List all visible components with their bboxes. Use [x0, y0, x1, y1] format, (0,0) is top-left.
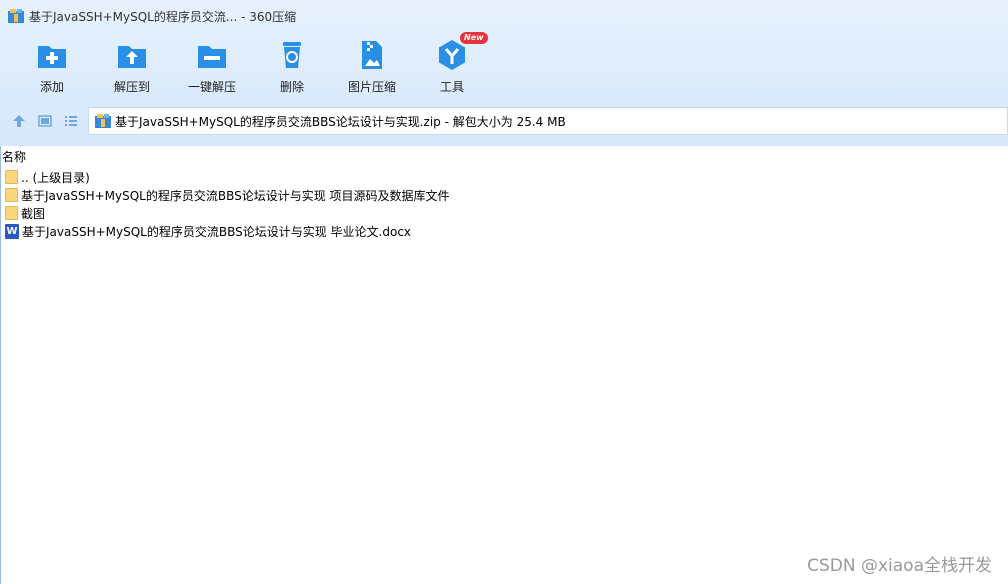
- extract-to-button[interactable]: 解压到: [92, 38, 172, 98]
- tools-button[interactable]: New 工具: [412, 32, 492, 98]
- tools-label: 工具: [439, 80, 464, 94]
- address-bar[interactable]: 基于JavaSSH+MySQL的程序员交流BBS论坛设计与实现.zip - 解包…: [88, 107, 1008, 135]
- title-bar: 基于JavaSSH+MySQL的程序员交流... - 360压缩: [0, 0, 1008, 32]
- image-compress-label: 图片压缩: [347, 80, 396, 94]
- list-view-icon[interactable]: [58, 108, 84, 134]
- archive-path: 基于JavaSSH+MySQL的程序员交流BBS论坛设计与实现.zip - 解包…: [115, 114, 566, 129]
- one-click-extract-icon: [195, 38, 229, 72]
- image-compress-icon: [355, 38, 389, 72]
- item-name: .. (上级目录): [21, 170, 90, 185]
- file-list: 名称 .. (上级目录) 基于JavaSSH+MySQL的程序员交流BBS论坛设…: [0, 146, 1008, 584]
- archive-icon: [95, 113, 111, 129]
- archive-app-icon: [8, 8, 24, 24]
- toolbar: 添加 解压到 一键解压 删除 图片压缩 New 工具: [0, 32, 492, 98]
- item-name: 基于JavaSSH+MySQL的程序员交流BBS论坛设计与实现 项目源码及数据库…: [21, 188, 450, 203]
- navigation-row: 基于JavaSSH+MySQL的程序员交流BBS论坛设计与实现.zip - 解包…: [0, 106, 1008, 136]
- list-item[interactable]: W 基于JavaSSH+MySQL的程序员交流BBS论坛设计与实现 毕业论文.d…: [5, 222, 450, 240]
- folder-icon: [5, 206, 18, 220]
- one-click-extract-label: 一键解压: [187, 80, 236, 94]
- list-item[interactable]: .. (上级目录): [5, 168, 450, 186]
- window-chrome: 基于JavaSSH+MySQL的程序员交流... - 360压缩 添加 解压到: [0, 0, 1008, 146]
- window-title: 基于JavaSSH+MySQL的程序员交流... - 360压缩: [29, 9, 297, 24]
- item-name: 截图: [21, 206, 46, 221]
- name-column-header[interactable]: 名称: [2, 148, 26, 165]
- list-item[interactable]: 截图: [5, 204, 450, 222]
- thumbnail-view-icon[interactable]: [32, 108, 58, 134]
- extract-to-icon: [115, 38, 149, 72]
- image-compress-button[interactable]: 图片压缩: [332, 38, 412, 98]
- delete-button[interactable]: 删除: [252, 38, 332, 98]
- folder-icon: [5, 188, 18, 202]
- one-click-extract-button[interactable]: 一键解压: [172, 38, 252, 98]
- add-button[interactable]: 添加: [12, 38, 92, 98]
- word-document-icon: W: [5, 223, 19, 239]
- new-badge: New: [460, 32, 488, 44]
- folder-icon: [5, 170, 18, 184]
- list-item[interactable]: 基于JavaSSH+MySQL的程序员交流BBS论坛设计与实现 项目源码及数据库…: [5, 186, 450, 204]
- delete-label: 删除: [279, 80, 304, 94]
- recycle-bin-icon: [275, 38, 309, 72]
- add-label: 添加: [39, 80, 64, 94]
- extract-to-label: 解压到: [113, 80, 150, 94]
- item-name: 基于JavaSSH+MySQL的程序员交流BBS论坛设计与实现 毕业论文.doc…: [22, 224, 412, 239]
- watermark: CSDN @xiaoa全栈开发: [807, 556, 992, 576]
- up-arrow-icon[interactable]: [6, 108, 32, 134]
- add-folder-icon: [35, 38, 69, 72]
